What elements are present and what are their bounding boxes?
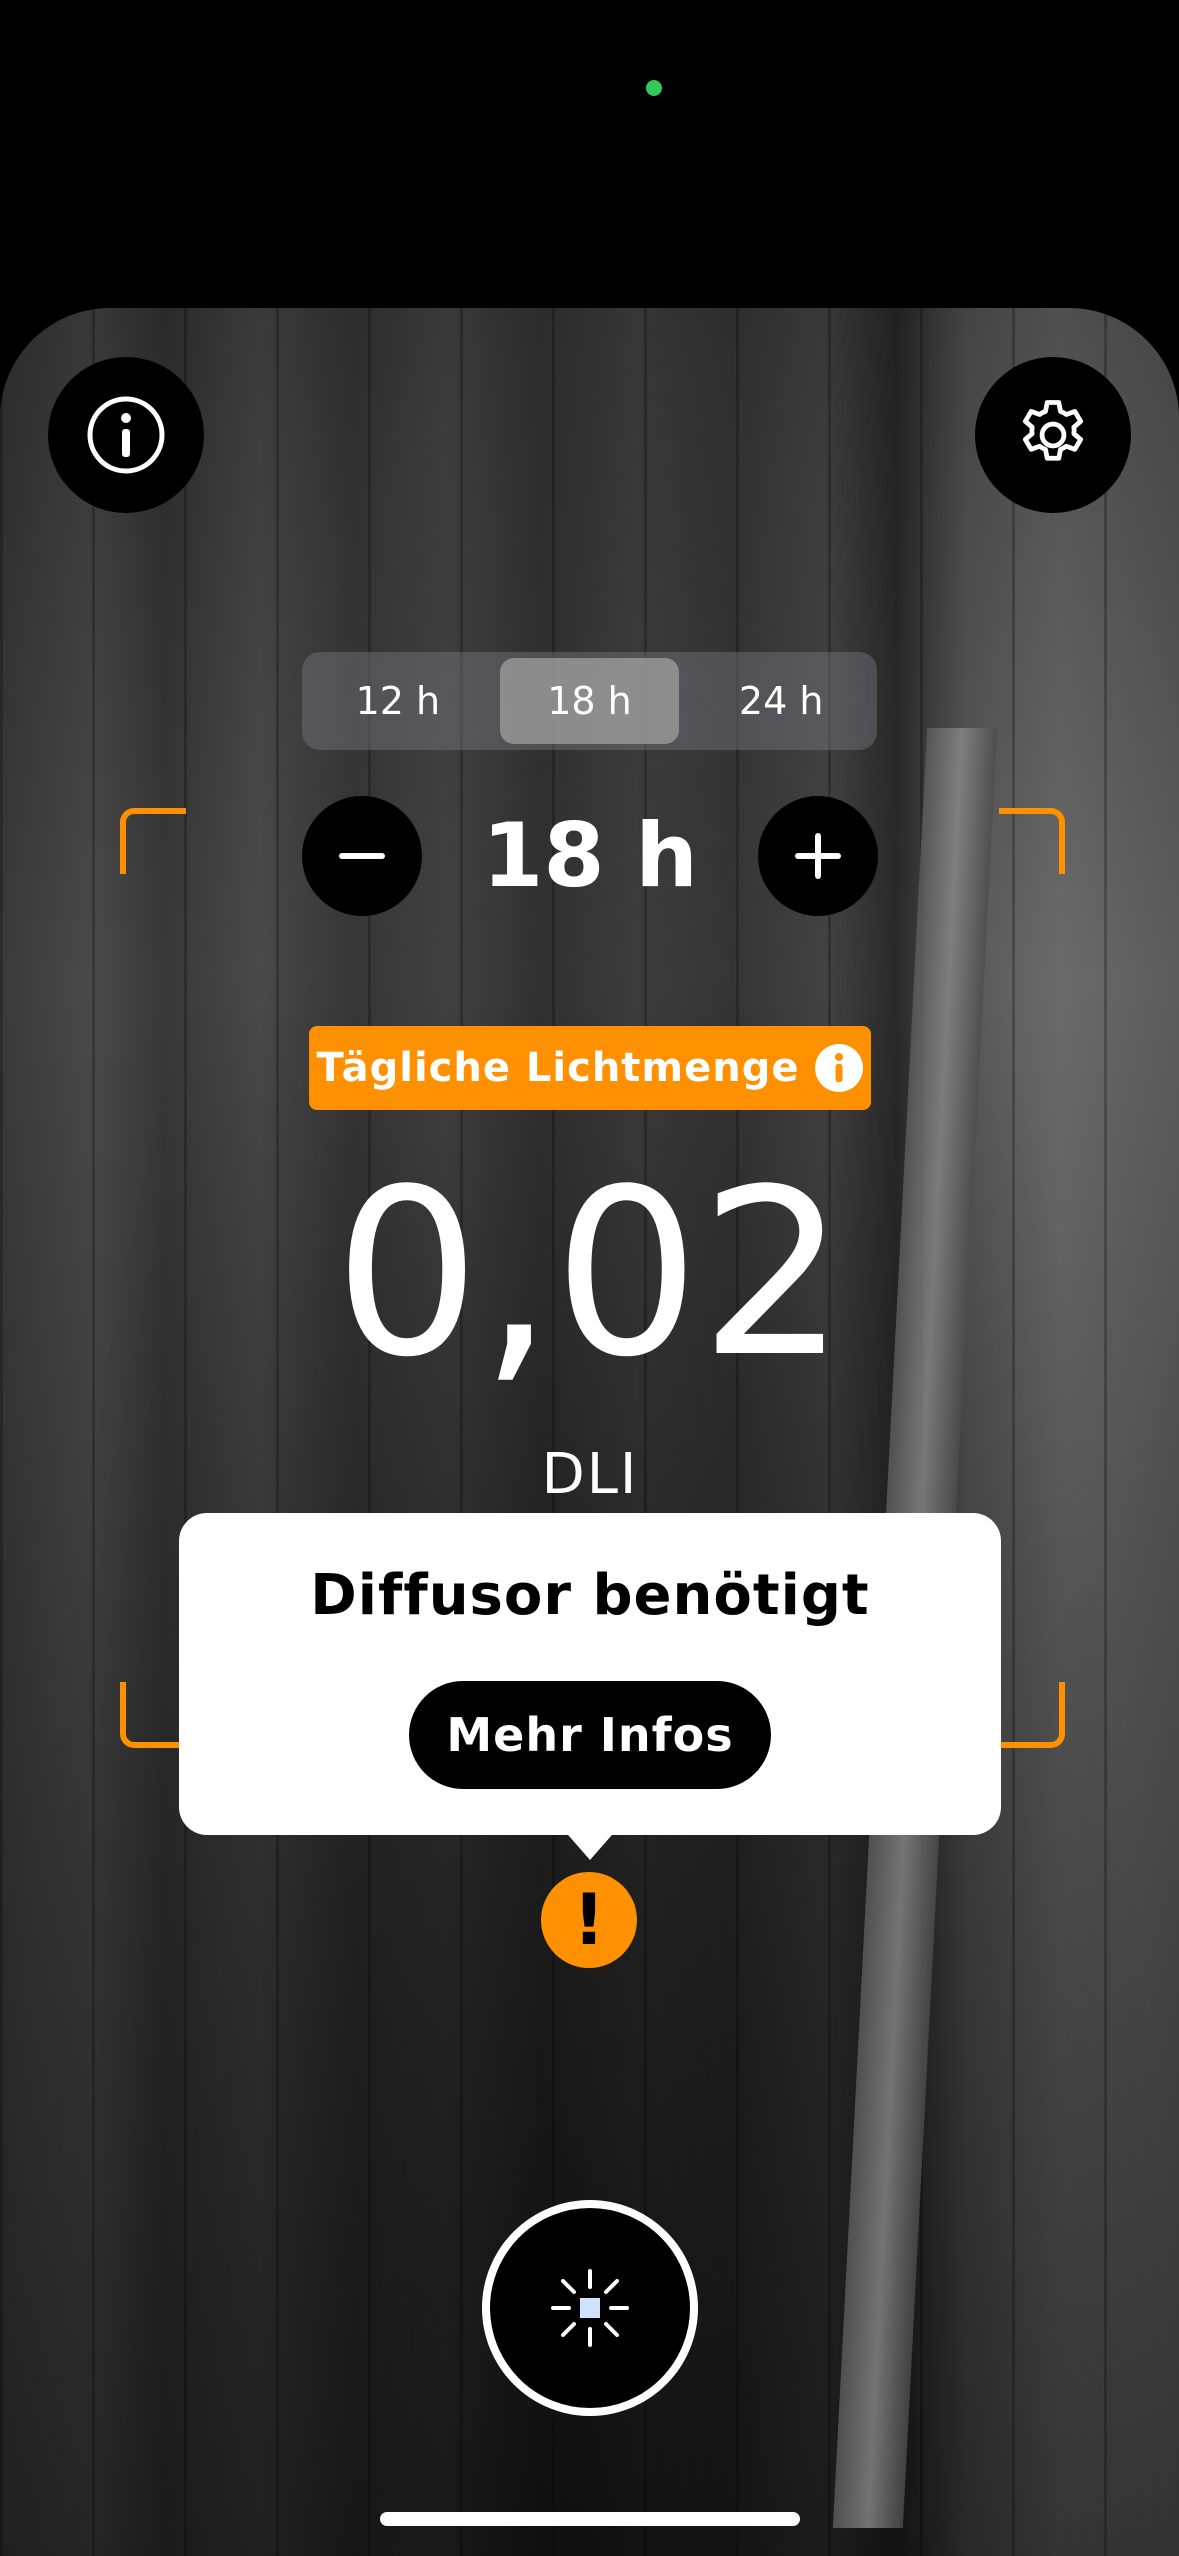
gear-icon xyxy=(1022,400,1084,461)
minus-icon xyxy=(339,853,385,859)
hours-value: 18 h xyxy=(482,804,698,907)
home-indicator[interactable] xyxy=(380,2512,800,2526)
settings-button[interactable] xyxy=(975,357,1131,513)
frame-corner-bottom-right xyxy=(999,1682,1065,1748)
segment-24h[interactable]: 24 h xyxy=(691,658,871,744)
diffuser-popover: Diffusor benötigt Mehr Infos xyxy=(179,1513,1001,1835)
status-indicator-dot xyxy=(646,80,662,96)
plus-icon xyxy=(795,833,841,879)
increase-hours-button[interactable] xyxy=(758,796,878,916)
popover-title: Diffusor benötigt xyxy=(310,1563,870,1628)
info-icon xyxy=(815,1044,864,1092)
more-info-button[interactable]: Mehr Infos xyxy=(409,1681,771,1789)
light-sensor-icon xyxy=(551,2269,629,2347)
daily-light-integral-badge[interactable]: Tägliche Lichtmenge xyxy=(309,1026,871,1110)
segment-18h[interactable]: 18 h xyxy=(499,658,680,744)
photoperiod-segmented-control: 12 h 18 h 24 h xyxy=(302,652,877,750)
info-button[interactable] xyxy=(48,357,204,513)
dli-unit: DLI xyxy=(541,1442,639,1507)
frame-corner-bottom-left xyxy=(120,1682,186,1748)
popover-tail xyxy=(555,1820,625,1860)
measure-button[interactable] xyxy=(482,2200,698,2416)
warning-icon[interactable]: ! xyxy=(541,1872,637,1968)
frame-corner-top-left xyxy=(120,808,186,874)
decrease-hours-button[interactable] xyxy=(302,796,422,916)
segment-12h[interactable]: 12 h xyxy=(308,658,488,744)
badge-label: Tägliche Lichtmenge xyxy=(316,1045,800,1091)
frame-corner-top-right xyxy=(999,808,1065,874)
dli-value: 0,02 xyxy=(333,1141,847,1408)
info-circle-icon xyxy=(87,396,165,474)
